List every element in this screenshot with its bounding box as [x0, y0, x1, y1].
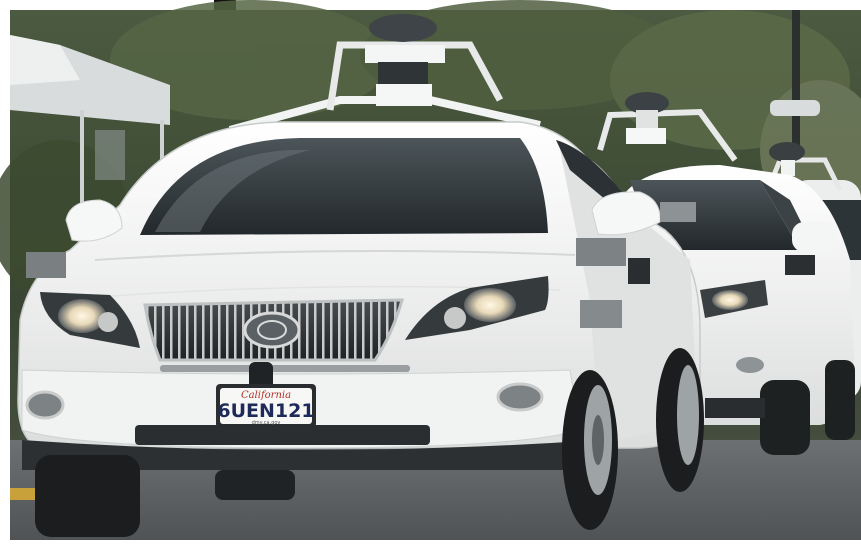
front-right-wheel [562, 370, 618, 530]
plate-tagline: dmv.ca.gov [252, 420, 281, 426]
lamp-post [792, 10, 800, 160]
side-sensor [580, 300, 622, 328]
plate-number: 6UEN121 [217, 400, 314, 422]
license-plate: California 6UEN121 dmv.ca.gov [216, 384, 316, 428]
front-grille [143, 298, 405, 362]
lexus-emblem [243, 311, 301, 349]
lamp-head [770, 100, 820, 116]
right-fog-lamp [496, 382, 544, 412]
rear-right-wheel [656, 348, 704, 492]
left-fog-lamp [25, 390, 65, 420]
photo-scene: California 6UEN121 dmv.ca.gov [0, 0, 861, 546]
front-left-tire [35, 455, 140, 537]
